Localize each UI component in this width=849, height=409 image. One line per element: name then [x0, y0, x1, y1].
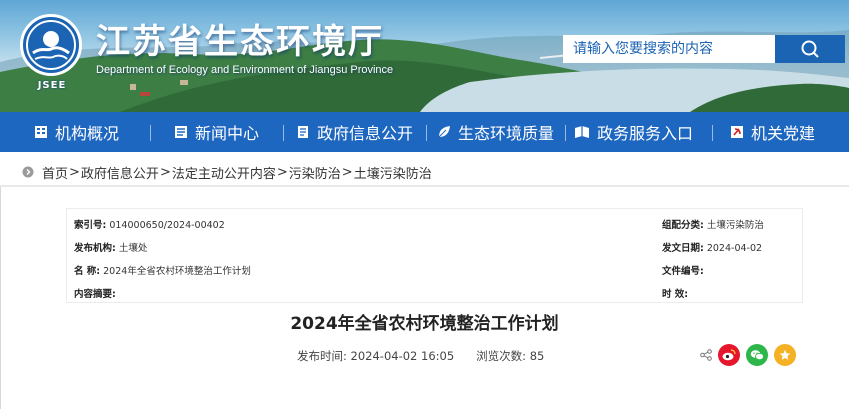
- info-publisher: 发布机构: 土壤处: [74, 240, 147, 254]
- building-icon: [35, 126, 47, 138]
- info-label: 内容摘要:: [74, 289, 116, 300]
- info-value: 土壤污染防治: [706, 220, 764, 231]
- info-label: 索引号:: [74, 220, 107, 231]
- star-icon: [779, 349, 791, 360]
- nav-label: 生态环境质量: [458, 124, 555, 143]
- breadcrumb-separator: >: [276, 164, 288, 180]
- nav-label: 机关党建: [751, 124, 816, 143]
- info-validity: 时 效:: [662, 286, 688, 300]
- info-row: 名 称: 2024年全省农村环境整治工作计划 文件编号:: [67, 257, 802, 279]
- wechat-icon: [750, 350, 764, 361]
- breadcrumb-soil-pollution[interactable]: 土壤污染防治: [354, 163, 432, 182]
- info-label: 时 效:: [662, 289, 689, 300]
- publish-time-label: 发布时间:: [297, 349, 347, 363]
- header-banner: JSEE 江苏省生态环境厅 Department of Ecology and …: [0, 0, 849, 112]
- info-label: 发文日期:: [662, 243, 704, 254]
- breadcrumb-separator: >: [341, 164, 353, 180]
- info-label: 文件编号:: [662, 266, 704, 277]
- party-icon: [731, 126, 743, 138]
- document-info-table: 索引号: 014000650/2024-00402 组配分类: 土壤污染防治 发…: [66, 208, 803, 303]
- nav-item-eco-quality[interactable]: 生态环境质量: [437, 112, 554, 152]
- logo-text: JSEE: [37, 80, 67, 91]
- view-count-label: 浏览次数:: [476, 349, 527, 363]
- breadcrumb-separator: >: [159, 164, 171, 180]
- breadcrumb-divider: [0, 185, 849, 187]
- info-summary: 内容摘要:: [74, 286, 116, 300]
- nav-divider: [565, 125, 566, 141]
- location-icon: [22, 166, 34, 178]
- article-meta: 发布时间: 2024-04-02 16:05 浏览次数: 85: [297, 348, 544, 364]
- info-name: 名 称: 2024年全省农村环境整治工作计划: [74, 263, 251, 277]
- search-button[interactable]: [775, 35, 845, 63]
- info-value: 2024年全省农村环境整治工作计划: [103, 266, 251, 277]
- nav-item-news[interactable]: 新闻中心: [174, 112, 259, 152]
- info-doc-no: 文件编号:: [662, 263, 704, 277]
- publish-time-value: 2024-04-02 16:05: [350, 349, 455, 363]
- info-label: 组配分类:: [662, 220, 704, 231]
- main-nav: 机构概况 新闻中心 政府信息公开 生态环境质量 政务服务入口 机关党建: [0, 112, 849, 152]
- news-icon: [175, 126, 187, 138]
- info-index-no: 索引号: 014000650/2024-00402: [74, 217, 225, 231]
- nav-divider: [283, 125, 284, 141]
- search-icon: [801, 40, 819, 58]
- weibo-icon: [722, 349, 736, 361]
- breadcrumb-gov-info[interactable]: 政府信息公开: [81, 163, 159, 182]
- leaf-icon: [438, 126, 450, 138]
- favorite-button[interactable]: [774, 344, 796, 366]
- nav-divider: [712, 125, 713, 141]
- info-row: 内容摘要: 时 效:: [67, 280, 802, 302]
- nav-item-org-overview[interactable]: 机构概况: [34, 112, 119, 152]
- nav-label: 机构概况: [55, 124, 120, 143]
- nav-item-gov-info[interactable]: 政府信息公开: [296, 112, 413, 152]
- info-row: 索引号: 014000650/2024-00402 组配分类: 土壤污染防治: [67, 211, 802, 233]
- wechat-share-button[interactable]: [746, 344, 768, 366]
- info-label: 名 称:: [74, 266, 101, 277]
- info-value: 土壤处: [118, 243, 148, 254]
- nav-divider: [426, 125, 427, 141]
- document-icon: [298, 126, 308, 138]
- share-bar: [700, 344, 796, 366]
- info-category: 组配分类: 土壤污染防治: [662, 217, 764, 231]
- content-left-border: [0, 187, 1, 409]
- share-icon[interactable]: [700, 349, 712, 361]
- site-subtitle: Department of Ecology and Environment of…: [96, 64, 394, 76]
- nav-label: 政府信息公开: [317, 124, 414, 143]
- breadcrumb-pollution-control[interactable]: 污染防治: [289, 163, 341, 182]
- article-title: 2024年全省农村环境整治工作计划: [290, 314, 559, 334]
- breadcrumb-home[interactable]: 首页: [42, 163, 68, 182]
- site-title: 江苏省生态环境厅: [96, 22, 384, 62]
- breadcrumb: 首页 > 政府信息公开 > 法定主动公开内容 > 污染防治 > 土壤污染防治: [22, 163, 432, 182]
- info-label: 发布机构:: [74, 243, 116, 254]
- view-count-value: 85: [529, 349, 545, 363]
- jsee-logo: [20, 14, 82, 76]
- nav-label: 政务服务入口: [597, 124, 694, 143]
- nav-item-party-building[interactable]: 机关党建: [730, 112, 815, 152]
- view-count: 浏览次数: 85: [476, 348, 544, 364]
- service-icon: [575, 126, 589, 138]
- info-value: 2024-04-02: [706, 243, 763, 254]
- breadcrumb-separator: >: [69, 164, 80, 180]
- nav-divider: [150, 125, 151, 141]
- info-issue-date: 发文日期: 2024-04-02: [662, 240, 762, 254]
- weibo-share-button[interactable]: [718, 344, 740, 366]
- nav-item-gov-service[interactable]: 政务服务入口: [574, 112, 693, 152]
- search-input[interactable]: [563, 35, 775, 63]
- info-value: 014000650/2024-00402: [109, 220, 225, 231]
- publish-time: 发布时间: 2024-04-02 16:05: [297, 348, 454, 364]
- nav-label: 新闻中心: [195, 124, 260, 143]
- breadcrumb-mandatory-disclosure[interactable]: 法定主动公开内容: [172, 163, 276, 182]
- info-row: 发布机构: 土壤处 发文日期: 2024-04-02: [67, 234, 802, 256]
